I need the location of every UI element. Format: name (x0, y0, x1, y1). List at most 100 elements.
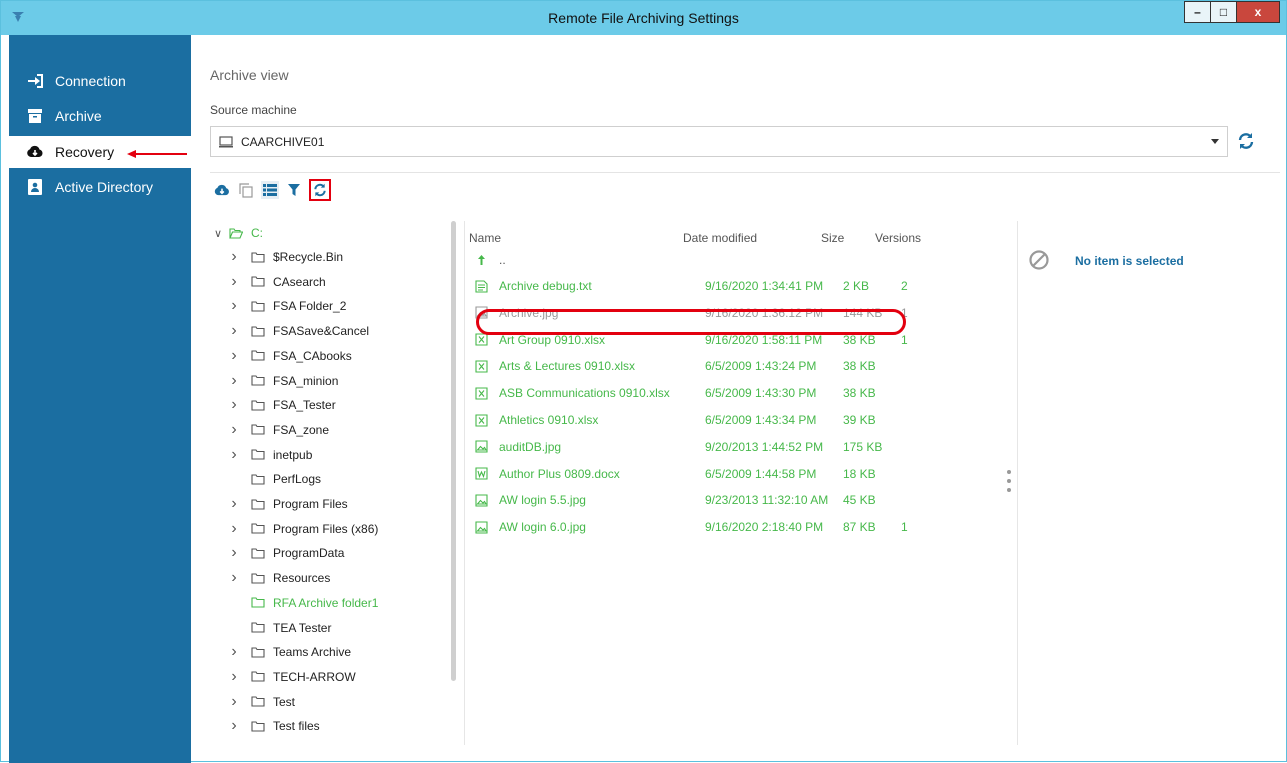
excel-file-icon (475, 360, 488, 373)
file-name: AW login 5.5.jpg (499, 493, 586, 508)
chevron-right-icon[interactable]: › (229, 396, 239, 414)
chevron-right-icon[interactable]: › (229, 372, 239, 390)
chevron-right-icon[interactable]: › (229, 297, 239, 315)
parent-folder-row[interactable]: .. (469, 247, 989, 273)
tree-item[interactable]: › Resources (229, 568, 330, 588)
sidebar-item-connection[interactable]: Connection (9, 65, 191, 97)
folder-icon (251, 251, 265, 263)
tree-item[interactable]: › inetpub (229, 445, 312, 465)
tree-item[interactable]: › $Recycle.Bin (229, 247, 343, 267)
minimize-button[interactable]: – (1184, 1, 1211, 23)
chevron-right-icon[interactable]: › (229, 322, 239, 340)
file-size: 45 KB (843, 493, 876, 508)
column-header-size[interactable]: Size (821, 231, 844, 245)
tree-item[interactable]: › FSASave&Cancel (229, 321, 369, 341)
file-name: auditDB.jpg (499, 439, 562, 454)
tree-item[interactable]: › ProgramData (229, 543, 344, 563)
chevron-right-icon[interactable]: › (229, 273, 239, 291)
tree-item[interactable]: › Test files (229, 716, 320, 736)
file-row[interactable]: auditDB.jpg 9/20/2013 1:44:52 PM 175 KB (469, 434, 989, 460)
chevron-right-icon[interactable]: › (229, 520, 239, 538)
chevron-right-icon[interactable]: › (229, 693, 239, 711)
folder-icon (251, 573, 265, 584)
source-machine-select[interactable]: CAARCHIVE01 (210, 126, 1228, 157)
refresh-icon[interactable] (309, 179, 331, 201)
no-selection-text: No item is selected (1075, 254, 1184, 268)
tree-item-label: FSA Folder_2 (273, 299, 347, 314)
sidebar-item-active-directory[interactable]: Active Directory (9, 171, 191, 203)
tree-item[interactable]: PerfLogs (229, 469, 321, 489)
tree-item-label: RFA Archive folder1 (273, 595, 379, 610)
file-date: 6/5/2009 1:43:24 PM (705, 359, 817, 374)
image-file-icon (475, 494, 488, 507)
tree-root-label: C: (251, 226, 263, 240)
tree-item[interactable]: › Teams Archive (229, 642, 351, 662)
excel-file-icon (475, 387, 488, 400)
cloud-download-icon[interactable] (213, 181, 231, 199)
folder-icon (251, 424, 265, 435)
sidebar-item-archive[interactable]: Archive (9, 100, 191, 132)
chevron-right-icon[interactable]: › (229, 248, 239, 266)
folder-icon (251, 326, 265, 337)
folder-icon (251, 622, 265, 633)
tree-root[interactable]: ∨ C: (213, 223, 263, 243)
maximize-button[interactable]: □ (1210, 1, 1237, 23)
refresh-icon[interactable] (1237, 132, 1255, 150)
tree-item-label: Test files (273, 719, 320, 734)
file-row[interactable]: AW login 6.0.jpg 9/16/2020 2:18:40 PM 87 K… (469, 514, 989, 540)
list-view-icon[interactable] (261, 181, 279, 199)
chevron-right-icon[interactable]: › (229, 495, 239, 513)
chevron-right-icon[interactable]: › (229, 421, 239, 439)
folder-icon (251, 647, 265, 658)
chevron-right-icon[interactable]: › (229, 544, 239, 562)
file-row[interactable]: Arts & Lectures 0910.xlsx 6/5/2009 1:43:2… (469, 353, 989, 379)
tree-item[interactable]: RFA Archive folder1 (229, 593, 378, 613)
tree-item-label: FSA_minion (273, 373, 339, 388)
file-name: Arts & Lectures 0910.xlsx (499, 359, 636, 374)
archive-toolbar (213, 177, 337, 203)
app-window: Remote File Archiving Settings – □ x Con… (0, 0, 1287, 763)
folder-open-icon (229, 227, 243, 239)
filter-icon[interactable] (285, 181, 303, 199)
chevron-right-icon[interactable]: › (229, 717, 239, 735)
file-date: 9/20/2013 1:44:52 PM (705, 439, 824, 454)
folder-icon (251, 400, 265, 411)
tree-item[interactable]: › Program Files (x86) (229, 519, 378, 539)
close-button[interactable]: x (1236, 1, 1280, 23)
tree-scrollbar[interactable] (451, 221, 456, 681)
column-header-date[interactable]: Date modified (683, 231, 757, 245)
tree-item[interactable]: › Program Files (229, 494, 347, 514)
file-size: 38 KB (843, 386, 876, 401)
chevron-right-icon[interactable]: › (229, 643, 239, 661)
tree-item[interactable]: › FSA_minion (229, 371, 338, 391)
file-name: AW login 6.0.jpg (499, 520, 586, 535)
column-header-versions[interactable]: Versions (875, 231, 921, 245)
tree-item[interactable]: › CAsearch (229, 272, 325, 292)
chevron-right-icon[interactable]: › (229, 347, 239, 365)
splitter-handle-icon[interactable] (1006, 469, 1012, 499)
file-row[interactable]: Author Plus 0809.docx 6/5/2009 1:44:58 PM… (469, 461, 989, 487)
tree-item[interactable]: › FSA Folder_2 (229, 296, 346, 316)
file-row[interactable]: Athletics 0910.xlsx 6/5/2009 1:43:34 PM 39… (469, 407, 989, 433)
folder-icon (251, 671, 265, 682)
file-row[interactable]: AW login 5.5.jpg 9/23/2013 11:32:10 AM 45 … (469, 487, 989, 513)
tree-item[interactable]: › Test (229, 692, 295, 712)
file-row[interactable]: Archive debug.txt 9/16/2020 1:34:41 PM 2 K… (469, 273, 989, 299)
tree-item[interactable]: › FSA_Tester (229, 395, 335, 415)
chevron-right-icon[interactable]: › (229, 668, 239, 686)
tree-item[interactable]: › FSA_zone (229, 420, 329, 440)
folder-tree: ∨ C: › $Recycle.Bin › CAsearch › FSA Folder_2… (213, 221, 453, 741)
copy-icon[interactable] (237, 181, 255, 199)
tree-item[interactable]: › TECH-ARROW (229, 667, 355, 687)
tree-item[interactable]: TEA Tester (229, 618, 331, 638)
file-date: 6/5/2009 1:43:34 PM (705, 413, 817, 427)
ban-icon (1029, 250, 1049, 270)
file-row[interactable]: ASB Communications 0910.xlsx 6/5/2009 1:4… (469, 380, 989, 406)
folder-icon (251, 301, 265, 312)
title-bar: Remote File Archiving Settings – □ x (1, 1, 1286, 35)
tree-item[interactable]: › FSA_CAbooks (229, 346, 351, 366)
folder-icon (251, 696, 265, 707)
chevron-right-icon[interactable]: › (229, 446, 239, 464)
column-header-name[interactable]: Name (469, 231, 501, 245)
chevron-right-icon[interactable]: › (229, 569, 239, 587)
